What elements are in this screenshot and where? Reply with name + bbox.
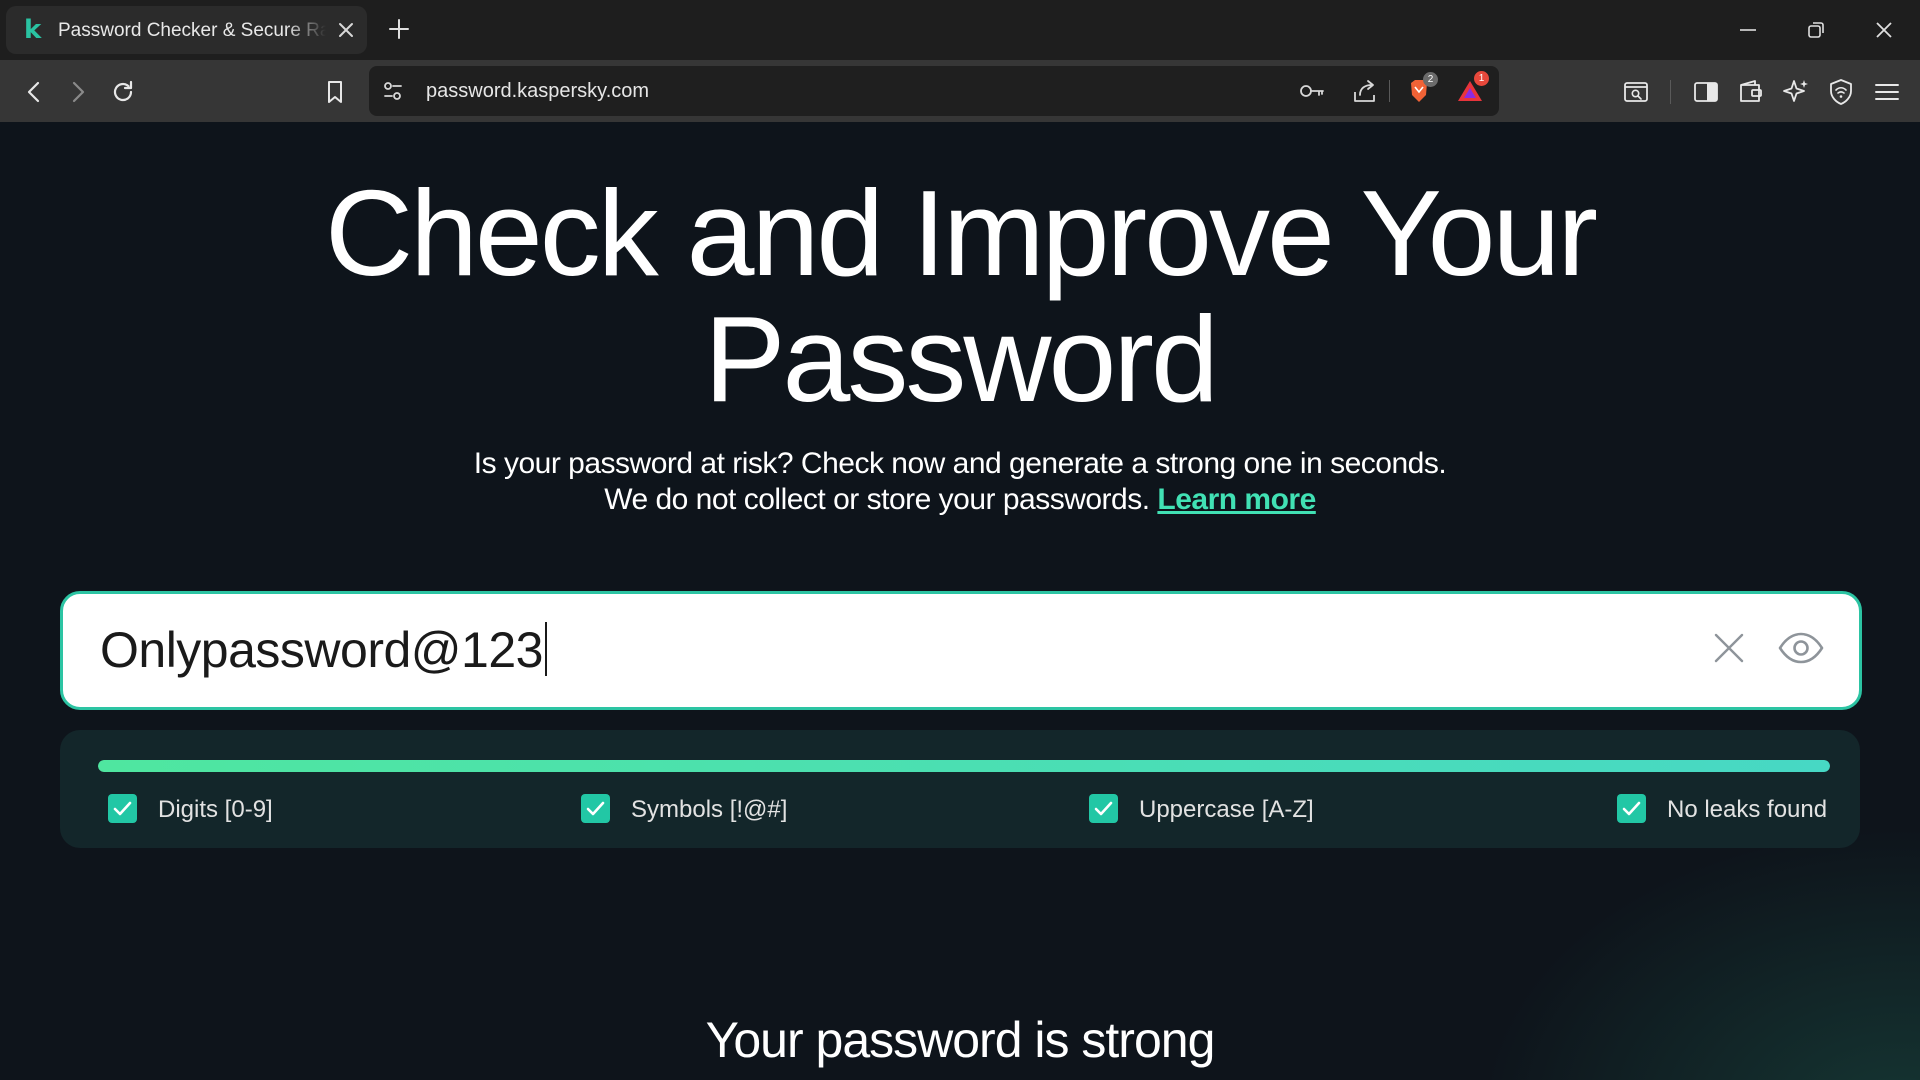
forward-icon[interactable] — [62, 76, 94, 108]
strength-meter-fill — [98, 760, 1830, 772]
password-input-value: Onlypassword@123 — [100, 622, 547, 678]
menu-icon[interactable] — [1871, 76, 1903, 108]
password-key-icon[interactable] — [1297, 76, 1327, 106]
password-input[interactable]: Onlypassword@123 — [60, 591, 1862, 710]
password-checks-panel: Digits [0-9] Symbols [!@#] Uppercase [A-… — [60, 730, 1860, 848]
wallet-icon[interactable] — [1735, 76, 1767, 108]
close-window-icon[interactable] — [1868, 14, 1900, 46]
back-icon[interactable] — [18, 76, 50, 108]
minimize-icon[interactable] — [1732, 14, 1764, 46]
shields-count-badge: 2 — [1423, 72, 1438, 87]
address-bar[interactable]: password.kaspersky.com 2 1 — [369, 66, 1499, 116]
privacy-note: We do not collect or store your password… — [604, 483, 1150, 516]
checkmark-icon — [108, 794, 137, 823]
page-subtitle: Is your password at risk? Check now and … — [0, 446, 1920, 518]
sidebar-toggle-icon[interactable] — [1690, 76, 1722, 108]
checkmark-icon — [1617, 794, 1646, 823]
bookmark-icon[interactable] — [319, 76, 351, 108]
vpn-shield-icon[interactable] — [1825, 76, 1857, 108]
rewards-count-badge: 1 — [1474, 71, 1489, 86]
subtitle-line-1: Is your password at risk? Check now and … — [473, 447, 1447, 480]
show-password-eye-icon[interactable] — [1777, 628, 1825, 668]
browser-tab[interactable]: k Password Checker & Secure Random Passw… — [6, 6, 367, 54]
checkmark-icon — [581, 794, 610, 823]
leo-ai-icon[interactable] — [1780, 76, 1812, 108]
url-text: password.kaspersky.com — [426, 80, 650, 102]
browser-toolbar: password.kaspersky.com 2 1 — [0, 60, 1920, 123]
reader-mode-icon[interactable] — [1620, 76, 1652, 108]
tab-close-icon[interactable] — [334, 18, 358, 42]
page-title: Check and Improve Your Password — [0, 170, 1920, 422]
reload-icon[interactable] — [107, 76, 139, 108]
restore-icon[interactable] — [1800, 14, 1832, 46]
page-title-line-2: Password — [704, 291, 1219, 427]
page-title-line-1: Check and Improve Your — [324, 165, 1598, 301]
kaspersky-favicon-icon: k — [24, 15, 42, 45]
check-label: No leaks found — [1667, 796, 1828, 823]
address-bar-divider — [1389, 80, 1390, 102]
tab-strip: k Password Checker & Secure Random Passw… — [0, 0, 1920, 60]
check-label: Symbols [!@#] — [631, 796, 788, 823]
clear-input-icon[interactable] — [1709, 628, 1749, 668]
toolbar-divider — [1670, 80, 1671, 104]
check-label: Uppercase [A-Z] — [1139, 796, 1314, 823]
site-settings-icon[interactable] — [378, 76, 408, 106]
new-tab-icon[interactable] — [386, 16, 412, 42]
page-content: Check and Improve Your Password Is your … — [0, 122, 1920, 1080]
share-icon[interactable] — [1350, 76, 1380, 106]
check-label: Digits [0-9] — [158, 796, 273, 823]
strength-verdict: Your password is strong — [705, 1012, 1216, 1068]
text-caret — [544, 622, 547, 676]
tab-title: Password Checker & Secure Random Passwor… — [58, 20, 326, 41]
checkmark-icon — [1089, 794, 1118, 823]
learn-more-link[interactable]: Learn more — [1157, 483, 1316, 516]
subtitle-line-2: We do not collect or store your password… — [0, 482, 1920, 518]
password-text: Onlypassword@123 — [100, 622, 543, 678]
strength-meter — [98, 760, 1830, 772]
